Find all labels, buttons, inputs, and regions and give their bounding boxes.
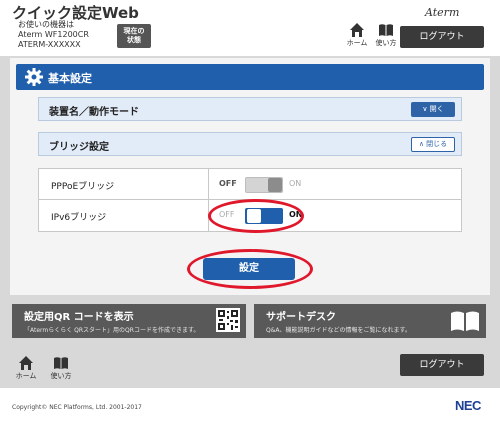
highlight-circle bbox=[208, 199, 304, 233]
pppoe-bridge-toggle[interactable]: OFF ON bbox=[219, 177, 329, 193]
book-icon bbox=[47, 355, 75, 371]
current-status-button[interactable]: 現在の 状態 bbox=[117, 24, 151, 48]
chevron-down-icon: ∨ bbox=[422, 105, 428, 113]
home-icon bbox=[343, 22, 371, 38]
nec-logo: NEC bbox=[455, 398, 481, 413]
help-label: 使い方 bbox=[375, 39, 397, 47]
aterm-logo: Aterm bbox=[425, 6, 460, 19]
book-icon bbox=[450, 310, 480, 336]
expand-button[interactable]: ∨ 開く bbox=[411, 102, 455, 117]
section-device-mode[interactable]: 装置名／動作モード ∨ 開く bbox=[38, 97, 462, 121]
home-icon bbox=[12, 355, 40, 371]
device-info: お使いの機器は Aterm WF1200CR ATERM-XXXXXX bbox=[18, 20, 89, 50]
support-desk-card[interactable]: サポートデスク Q&A、機能説明ガイドなどの情報をご覧になれます。 bbox=[254, 304, 486, 338]
header: クイック設定Web お使いの機器は Aterm WF1200CR ATERM-X… bbox=[0, 0, 500, 56]
qr-code-icon bbox=[216, 308, 240, 336]
chevron-up-icon: ∧ bbox=[418, 140, 424, 148]
toggle-knob bbox=[268, 178, 282, 192]
card-desc: 「Atermらくらく QRスタート」用のQRコードを作成できます。 bbox=[24, 327, 200, 334]
logout-button[interactable]: ログアウト bbox=[400, 26, 484, 48]
highlight-circle bbox=[187, 249, 313, 289]
toggle-on-label: ON bbox=[289, 179, 302, 188]
section-bridge-settings-label: ブリッジ設定 bbox=[49, 142, 109, 153]
card-title: 設定用QR コードを表示 bbox=[24, 312, 134, 323]
book-icon bbox=[372, 22, 400, 38]
collapse-button[interactable]: ∧ 閉じる bbox=[411, 137, 455, 152]
card-desc: Q&A、機能説明ガイドなどの情報をご覧になれます。 bbox=[266, 327, 411, 334]
gear-icon bbox=[24, 67, 44, 87]
setting-label: IPv6ブリッジ bbox=[51, 213, 107, 223]
device-model: Aterm WF1200CR bbox=[18, 30, 89, 39]
setting-label: PPPoEブリッジ bbox=[51, 182, 115, 192]
home-nav-button[interactable]: ホーム bbox=[12, 355, 40, 381]
panel-title-bar: 基本設定 bbox=[16, 64, 484, 90]
toggle-track bbox=[245, 177, 283, 193]
section-device-mode-label: 装置名／動作モード bbox=[49, 107, 139, 118]
help-nav-button[interactable]: 使い方 bbox=[47, 355, 75, 381]
divider bbox=[208, 169, 209, 199]
help-nav-button[interactable]: 使い方 bbox=[372, 22, 400, 48]
setting-row-pppoe-bridge: PPPoEブリッジ OFF ON bbox=[38, 168, 462, 200]
device-id: ATERM-XXXXXX bbox=[18, 40, 81, 49]
toggle-off-label: OFF bbox=[219, 179, 237, 188]
logout-button[interactable]: ログアウト bbox=[400, 354, 484, 376]
home-label: ホーム bbox=[15, 372, 37, 380]
help-label: 使い方 bbox=[50, 372, 72, 380]
home-label: ホーム bbox=[346, 39, 368, 47]
qr-code-card[interactable]: 設定用QR コードを表示 「Atermらくらく QRスタート」用のQRコードを作… bbox=[12, 304, 246, 338]
current-status-label: 現在の 状態 bbox=[123, 27, 145, 44]
device-label: お使いの機器は bbox=[18, 20, 74, 29]
home-nav-button[interactable]: ホーム bbox=[343, 22, 371, 48]
copyright: Copyright© NEC Platforms, Ltd. 2001-2017 bbox=[12, 404, 142, 411]
footer: Copyright© NEC Platforms, Ltd. 2001-2017… bbox=[0, 388, 500, 422]
section-bridge-settings[interactable]: ブリッジ設定 ∧ 閉じる bbox=[38, 132, 462, 156]
card-title: サポートデスク bbox=[266, 312, 336, 323]
panel-title: 基本設定 bbox=[48, 72, 92, 85]
